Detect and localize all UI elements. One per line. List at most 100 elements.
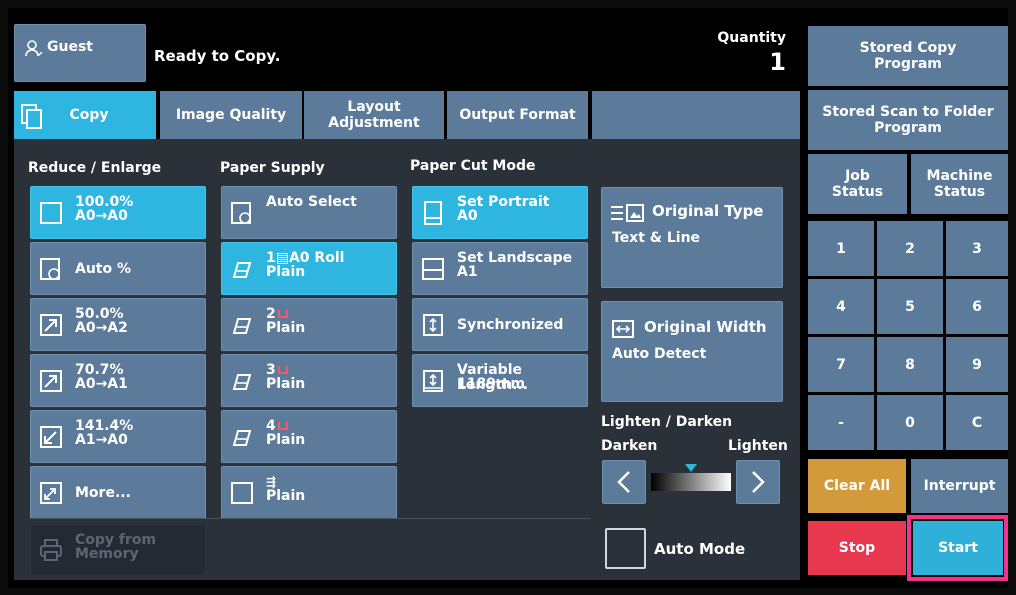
copy-icon [20,103,44,133]
original-type-value: Text & Line [612,230,701,246]
clear-all-button[interactable]: Clear All [808,459,906,513]
tab-output-format[interactable]: Output Format [447,91,588,139]
keypad-5[interactable]: 5 [877,279,943,334]
original-width-value: Auto Detect [612,346,707,362]
tray-3-line2: Plain [266,376,306,392]
job-status-label: Job Status [831,168,884,200]
auto-mode-label: Auto Mode [654,540,746,558]
more-button[interactable]: More... [30,466,206,519]
reduce-50-button[interactable]: 50.0% A0→A2 [30,298,206,351]
job-status-button[interactable]: Job Status [808,154,907,214]
quantity-value[interactable]: 1 [769,48,786,76]
auto-select-button[interactable]: Auto Select [221,186,397,239]
keypad-9[interactable]: 9 [946,337,1008,392]
tray-2-button[interactable]: 2 Plain [221,298,397,351]
empty-tray-icon [277,366,288,374]
original-type-title: Original Type [652,202,764,220]
synchronized-label: Synchronized [457,316,564,333]
original-type-button[interactable]: Original Type Text & Line [601,187,783,288]
tray-auto-icon [230,201,254,225]
variable-length-line2: 1189mm [457,376,526,392]
keypad-6[interactable]: 6 [946,279,1008,334]
tray-2-line2: Plain [266,320,306,336]
paper-roll-icon [230,369,254,393]
tab-layout-adjustment-label: Layout Adjustment [328,99,420,131]
auto-percent-icon [39,257,63,281]
tab-bar-filler [592,91,800,139]
machine-status-label: Machine Status [926,168,993,200]
tray-4-button[interactable]: 4 Plain [221,410,397,463]
chevron-right-icon [750,470,766,498]
paper-cut-heading: Paper Cut Mode [410,158,536,174]
keypad-clear[interactable]: C [946,395,1008,450]
paper-supply-heading: Paper Supply [220,160,325,176]
clear-all-label: Clear All [823,478,891,494]
set-landscape-button[interactable]: Set Landscape A1 [412,242,588,295]
density-gauge [651,473,731,491]
guest-label: Guest [47,39,93,55]
copy-from-memory-button[interactable]: Copy from Memory [30,524,206,576]
guest-button[interactable]: Guest [14,24,146,82]
width-icon [612,320,634,342]
quantity-label: Quantity [717,30,786,46]
auto-percent-button[interactable]: Auto % [30,242,206,295]
reduce-70-button[interactable]: 70.7% A0→A1 [30,354,206,407]
more-label: More... [75,484,131,501]
keypad-2[interactable]: 2 [877,221,943,276]
reduce-50-line2: A0→A2 [75,320,128,336]
tab-image-quality-label: Image Quality [175,107,287,123]
chevron-left-icon [616,470,632,498]
keypad-3[interactable]: 3 [946,221,1008,276]
stored-scan-label: Stored Scan to Folder Program [822,104,994,136]
paper-roll-icon [230,257,254,281]
darken-label: Darken [601,438,658,454]
tab-image-quality[interactable]: Image Quality [160,91,302,139]
set-portrait-line2: A0 [457,208,478,224]
auto-percent-label: Auto % [75,260,132,277]
machine-status-button[interactable]: Machine Status [911,154,1008,214]
keypad-4[interactable]: 4 [808,279,874,334]
keypad-7[interactable]: 7 [808,337,874,392]
reduce-100-line2: A0→A0 [75,208,128,224]
set-landscape-line2: A1 [457,264,478,280]
reduce-enlarge-heading: Reduce / Enlarge [28,160,162,176]
original-width-button[interactable]: Original Width Auto Detect [601,301,783,402]
stop-button[interactable]: Stop [808,521,906,575]
stored-scan-program-button[interactable]: Stored Scan to Folder Program [808,90,1008,150]
keypad-dash[interactable]: - [808,395,874,450]
stored-copy-label: Stored Copy Program [859,40,957,72]
reduce-arrow-icon [39,369,63,393]
original-type-icon [610,204,646,226]
printer-icon [39,538,63,562]
reduce-100-button[interactable]: 100.0% A0→A0 [30,186,206,239]
original-width-title: Original Width [644,318,767,336]
keypad-1[interactable]: 1 [808,221,874,276]
enlarge-141-button[interactable]: 141.4% A1→A0 [30,410,206,463]
enlarge-arrow-icon [39,425,63,449]
synchronized-icon [421,313,445,337]
interrupt-button[interactable]: Interrupt [911,459,1008,513]
set-portrait-button[interactable]: Set Portrait A0 [412,186,588,239]
copy-screen: Guest Ready to Copy. Quantity 1 Copy Ima… [8,8,1008,588]
auto-mode-checkbox[interactable] [605,528,646,569]
sheet-icon [230,481,254,505]
stored-copy-program-button[interactable]: Stored Copy Program [808,26,1008,86]
variable-length-button[interactable]: Variable Length... 1189mm [412,354,588,407]
tray-1-roll-button[interactable]: 1▤A0 Roll Plain [221,242,397,295]
darken-button[interactable] [602,460,646,504]
keypad-0[interactable]: 0 [877,395,943,450]
synchronized-button[interactable]: Synchronized [412,298,588,351]
bypass-tray-button[interactable]: ⇶ Plain [221,466,397,519]
lighten-button[interactable] [736,460,780,504]
tray-3-button[interactable]: 3 Plain [221,354,397,407]
start-button[interactable]: Start [913,521,1003,575]
status-message: Ready to Copy. [154,47,281,65]
empty-tray-icon [277,422,288,430]
reduce-70-line2: A0→A1 [75,376,128,392]
keypad-8[interactable]: 8 [877,337,943,392]
tab-layout-adjustment[interactable]: Layout Adjustment [304,91,444,139]
enlarge-141-line2: A1→A0 [75,432,128,448]
auto-select-label: Auto Select [266,194,357,210]
tab-copy[interactable]: Copy [14,91,156,139]
variable-length-icon [421,369,445,393]
